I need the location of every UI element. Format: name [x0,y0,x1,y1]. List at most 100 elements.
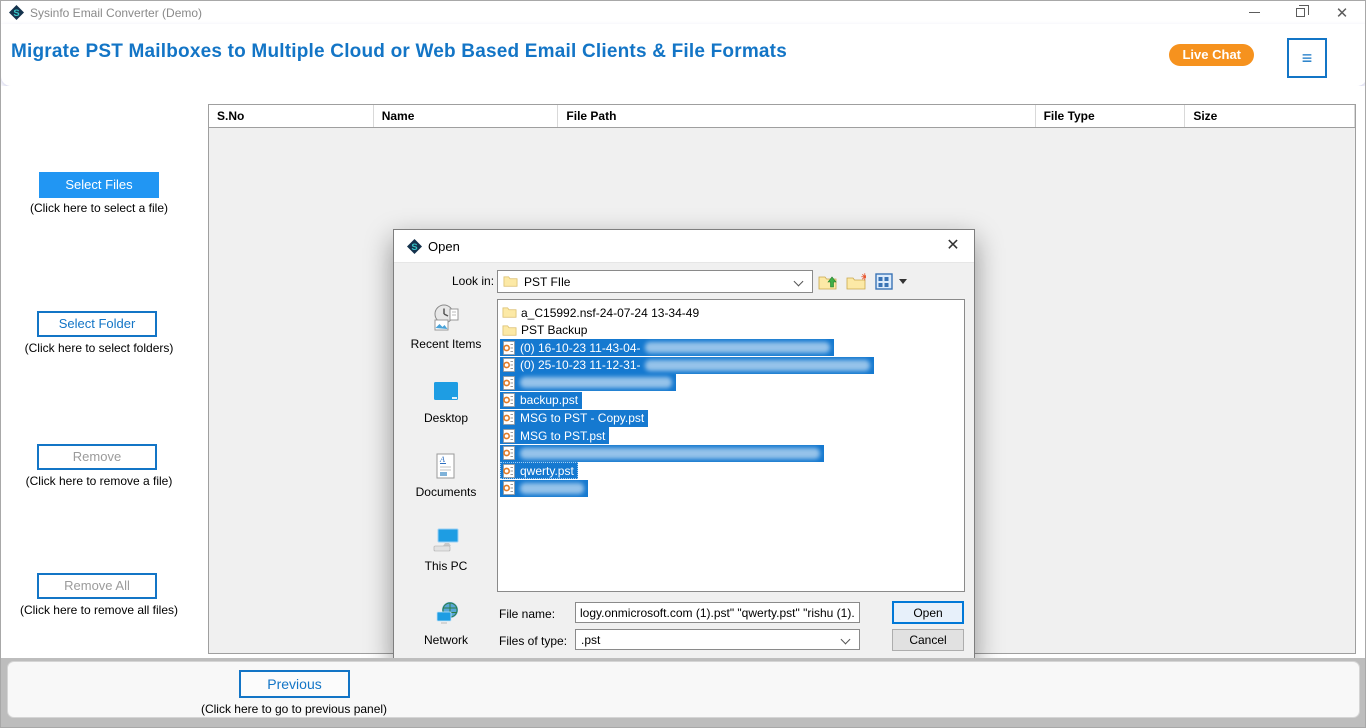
sidebar-caption: (Click here to select folders) [24,341,174,355]
svg-text:S: S [411,242,417,252]
column-header-size[interactable]: Size [1185,105,1356,127]
up-one-level-button[interactable] [817,271,839,292]
dialog-close-button[interactable]: ✕ [938,230,968,262]
window-titlebar: S Sysinfo Email Converter (Demo) ✕ [1,1,1365,24]
pst-icon [503,340,515,355]
file-name-text: (0) 25-10-23 11-12-31- [520,358,641,373]
pst-icon [503,446,515,461]
footer-panel: Previous (Click here to go to previous p… [7,661,1360,718]
file-list-item[interactable]: (0) 16-10-23 11-43-04- [500,339,962,357]
place-label: Recent Items [410,337,482,351]
view-menu-button[interactable] [873,271,895,292]
close-button[interactable]: ✕ [1325,1,1359,24]
pst-icon [503,358,515,373]
file-name-text: MSG to PST - Copy.pst [520,411,645,426]
column-header-file-type[interactable]: File Type [1036,105,1186,127]
app-window: S Sysinfo Email Converter (Demo) ✕ Migra… [0,0,1366,728]
place-label: Network [423,633,468,647]
pst-icon [503,375,515,390]
view-menu-icon [874,273,893,290]
place-documents[interactable]: A Documents [402,451,490,521]
look-in-dropdown[interactable]: PST FIle [497,270,813,293]
sidebar-button-select-files[interactable]: Select Files [39,172,159,198]
open-dialog: S Open ✕ Look in: PST FIle Recent Items … [393,229,975,663]
redacted-text [520,447,820,459]
sidebar-button-remove-all[interactable]: Remove All [37,573,157,599]
file-list-item[interactable] [500,479,962,498]
file-list-item[interactable]: (0) 25-10-23 11-12-31- [500,356,962,375]
file-name-label: File name: [499,607,556,621]
dialog-app-icon: S [407,239,422,254]
footer-bar: Previous (Click here to go to previous p… [1,658,1365,727]
dialog-title: Open [428,239,460,254]
app-header: Migrate PST Mailboxes to Multiple Cloud … [1,24,1365,86]
minimize-icon [1248,12,1260,13]
cancel-button[interactable]: Cancel [892,629,964,651]
svg-text:✳: ✳ [861,273,866,282]
file-list-item[interactable]: MSG to PST.pst [500,427,962,445]
dialog-titlebar: S Open ✕ [394,230,974,263]
file-name-text: PST Backup [521,323,588,338]
hamburger-icon: ≡ [1301,48,1313,68]
files-of-type-label: Files of type: [499,634,568,648]
file-name-input[interactable] [575,602,860,623]
place-label: Desktop [423,411,469,425]
previous-caption: (Click here to go to previous panel) [200,702,388,716]
folder-icon [503,276,518,287]
previous-button[interactable]: Previous [239,670,350,698]
look-in-value: PST FIle [524,274,571,289]
pst-icon [503,393,515,408]
place-recent-items[interactable]: Recent Items [402,303,490,373]
menu-button[interactable]: ≡ [1287,38,1327,78]
dialog-places-sidebar: Recent Items Desktop A Documents This PC Netw… [402,299,490,657]
svg-text:S: S [13,8,19,18]
new-folder-button[interactable]: ✳ [845,271,867,292]
column-header-name[interactable]: Name [374,105,559,127]
folder-icon [502,307,517,318]
file-name-text: a_C15992.nsf-24-07-24 13-34-49 [521,305,700,320]
redacted-text [644,342,830,354]
file-list-item[interactable]: a_C15992.nsf-24-07-24 13-34-49 [500,304,962,322]
redacted-text [520,482,584,494]
column-header-s-no[interactable]: S.No [209,105,374,127]
file-list-item[interactable]: MSG to PST - Copy.pst [500,409,962,428]
place-label: Documents [415,485,477,499]
chevron-down-icon [793,276,804,287]
window-title: Sysinfo Email Converter (Demo) [30,6,203,20]
open-button[interactable]: Open [892,601,964,624]
view-menu-caret-icon [899,279,907,284]
column-header-file-path[interactable]: File Path [558,105,1036,127]
new-folder-icon: ✳ [846,273,866,289]
app-logo-icon: S [9,5,24,20]
file-list-item[interactable]: PST Backup [500,322,962,340]
dialog-file-list: a_C15992.nsf-24-07-24 13-34-49 PST Backup… [497,299,965,592]
files-of-type-dropdown[interactable]: .pst [575,629,860,650]
page-title: Migrate PST Mailboxes to Multiple Cloud … [11,41,787,62]
main-area: Select Files (Click here to select a file… [1,86,1365,663]
file-list-item[interactable] [500,374,962,392]
close-icon: ✕ [1335,4,1349,22]
pst-icon [503,463,515,478]
sidebar-caption: (Click here to remove all files) [19,603,179,617]
file-list-item[interactable] [500,444,962,463]
redacted-text [644,359,870,371]
close-icon: ✕ [946,237,960,254]
file-name-text: qwerty.pst [520,463,574,478]
file-list-item[interactable]: backup.pst [500,391,962,410]
pst-icon [503,481,515,496]
file-name-text: (0) 16-10-23 11-43-04- [520,340,641,355]
file-list-item[interactable]: qwerty.pst [500,462,962,480]
live-chat-button[interactable]: Live Chat [1169,44,1254,66]
sidebar-button-remove[interactable]: Remove [37,444,157,470]
look-in-label: Look in: [452,274,495,288]
place-label: This PC [424,559,468,573]
place-desktop[interactable]: Desktop [402,377,490,447]
file-name-text: backup.pst [520,393,579,408]
restore-button[interactable] [1283,1,1317,24]
sidebar-button-select-folder[interactable]: Select Folder [37,311,157,337]
place-this-pc[interactable]: This PC [402,525,490,595]
table-header-row: S.No Name File Path File Type Size [209,105,1356,128]
pst-icon [503,411,515,425]
dialog-toolbar: ✳ [817,271,907,292]
minimize-button[interactable] [1237,1,1271,24]
